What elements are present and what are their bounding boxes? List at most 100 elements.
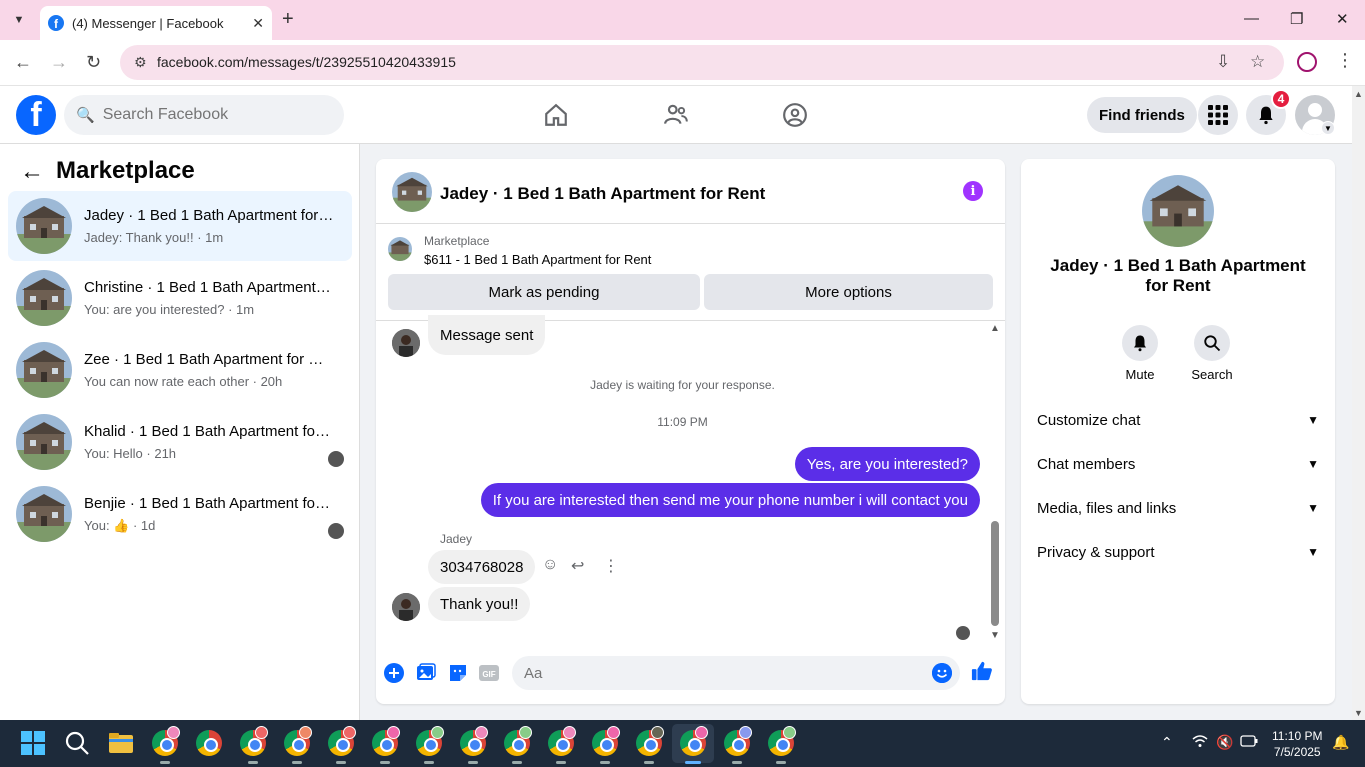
battery-icon[interactable]	[1240, 734, 1258, 750]
address-toolbar: ← → ↻ ⚙ facebook.com/messages/t/23925510…	[0, 40, 1365, 86]
chrome-profile-icon[interactable]	[152, 726, 180, 764]
mark-as-pending-button[interactable]: Mark as pending	[388, 274, 700, 310]
listing-price[interactable]: $611 - 1 Bed 1 Bath Apartment for Rent	[424, 252, 651, 267]
minimize-icon[interactable]: —	[1244, 10, 1259, 27]
message-bubble-out[interactable]: If you are interested then send me your …	[480, 483, 980, 517]
more-options-button[interactable]: More options	[704, 274, 993, 310]
close-tab-icon[interactable]: ✕	[252, 15, 264, 32]
browser-tab-messenger[interactable]: f (4) Messenger | Facebook ✕	[40, 6, 272, 40]
message-bubble-in[interactable]: 3034768028	[428, 550, 536, 584]
gif-icon[interactable]: GIF	[478, 662, 500, 684]
back-arrow-icon[interactable]: ←	[20, 158, 44, 186]
info-icon[interactable]: i	[963, 181, 983, 201]
start-windows-icon[interactable]	[20, 730, 46, 756]
conversation-preview: You: 👍 · 1d	[84, 518, 156, 533]
message-composer: GIF	[376, 654, 1005, 694]
facebook-search[interactable]: 🔍	[64, 95, 344, 135]
omnibox[interactable]: ⚙ facebook.com/messages/t/23925510420433…	[120, 45, 1284, 80]
chrome-profile-icon[interactable]	[724, 726, 752, 764]
add-plus-icon[interactable]	[383, 662, 405, 684]
page-scrollbar[interactable]: ▲ ▼	[1352, 86, 1365, 720]
url-text[interactable]: facebook.com/messages/t/2392551042043391…	[157, 54, 456, 70]
message-bubble-in[interactable]: Thank you!!	[428, 587, 531, 621]
conversation-name: Khalid · 1 Bed 1 Bath Apartment for Rent	[84, 423, 334, 440]
chrome-profile-icon[interactable]	[416, 726, 444, 764]
chat-listing-thumbnail[interactable]	[392, 172, 432, 212]
browser-profile-icon[interactable]	[1297, 52, 1317, 72]
sender-avatar[interactable]	[392, 593, 420, 621]
reload-icon[interactable]: ↻	[86, 52, 101, 73]
photo-icon[interactable]	[415, 662, 437, 684]
chrome-profile-icon[interactable]	[548, 726, 576, 764]
close-window-icon[interactable]: ✕	[1336, 10, 1349, 28]
notification-center-icon[interactable]: 🔔	[1332, 734, 1349, 751]
account-chevron-icon[interactable]: ▼	[1321, 121, 1335, 135]
thumbs-up-icon[interactable]	[971, 660, 993, 682]
back-icon[interactable]: ←	[14, 52, 32, 73]
clock-time: 11:10 PM	[1272, 729, 1323, 743]
sticker-icon[interactable]	[447, 662, 469, 684]
home-icon[interactable]	[541, 100, 571, 130]
conversation-item[interactable]: Christine · 1 Bed 1 Bath Apartment for R…	[8, 263, 352, 333]
conversation-name: Jadey · 1 Bed 1 Bath Apartment for Rent	[84, 207, 334, 224]
facebook-logo-icon[interactable]: f	[16, 95, 56, 135]
more-actions-icon[interactable]: ⋮	[603, 556, 619, 576]
new-tab-icon[interactable]: +	[282, 8, 294, 31]
chrome-profile-icon[interactable]	[636, 726, 664, 764]
chrome-active-icon[interactable]	[680, 726, 708, 764]
chrome-profile-icon[interactable]	[460, 726, 488, 764]
chrome-profile-icon[interactable]	[328, 726, 356, 764]
show-hidden-icons-icon[interactable]: ⌃	[1161, 734, 1173, 751]
groups-icon[interactable]	[780, 100, 810, 130]
conversation-item[interactable]: Jadey · 1 Bed 1 Bath Apartment for Rent …	[8, 191, 352, 261]
find-friends-button[interactable]: Find friends	[1087, 97, 1197, 133]
chrome-profile-icon[interactable]	[504, 726, 532, 764]
message-input-wrapper[interactable]	[512, 656, 960, 690]
chrome-profile-icon[interactable]	[284, 726, 312, 764]
windows-taskbar: ⌃ 🔇 11:10 PM 7/5/2025 🔔	[0, 720, 1365, 767]
message-input[interactable]	[524, 664, 904, 682]
message-bubble-in[interactable]: Message sent	[428, 315, 546, 355]
chat-title[interactable]: Jadey · 1 Bed 1 Bath Apartment for Rent	[440, 184, 765, 204]
sender-avatar[interactable]	[392, 329, 420, 357]
conversation-preview: You can now rate each other · 20h	[84, 374, 283, 389]
wifi-icon[interactable]	[1192, 734, 1208, 751]
chrome-icon[interactable]	[196, 730, 222, 756]
browser-menu-icon[interactable]: ⋮	[1336, 50, 1354, 71]
react-emoji-icon[interactable]: ☺	[542, 556, 558, 574]
reply-icon[interactable]: ↩	[571, 556, 584, 576]
customize-chat-section[interactable]: Customize chat ▼	[1037, 408, 1319, 432]
maximize-icon[interactable]: ❐	[1290, 10, 1303, 28]
file-explorer-icon[interactable]	[108, 730, 134, 756]
mute-button[interactable]: Mute	[1110, 325, 1170, 382]
facebook-search-input[interactable]	[102, 106, 323, 124]
details-listing-photo[interactable]	[1142, 175, 1214, 247]
search-in-conversation-button[interactable]: Search	[1182, 325, 1242, 382]
volume-muted-icon[interactable]: 🔇	[1216, 734, 1233, 751]
section-label: Chat members	[1037, 455, 1136, 473]
conversation-item[interactable]: Benjie · 1 Bed 1 Bath Apartment for Rent…	[8, 479, 352, 549]
chrome-profile-icon[interactable]	[240, 726, 268, 764]
chrome-profile-icon[interactable]	[372, 726, 400, 764]
conversation-item[interactable]: Zee · 1 Bed 1 Bath Apartment for Rent Yo…	[8, 335, 352, 405]
mute-label: Mute	[1125, 367, 1155, 382]
forward-icon[interactable]: →	[50, 52, 68, 73]
chat-members-section[interactable]: Chat members ▼	[1037, 452, 1319, 476]
emoji-icon[interactable]	[932, 663, 952, 683]
site-settings-icon[interactable]: ⚙	[134, 54, 147, 71]
chat-scrollbar[interactable]: ▲ ▼	[988, 321, 1002, 646]
install-app-icon[interactable]: ⇩	[1216, 52, 1230, 72]
chrome-profile-icon[interactable]	[592, 726, 620, 764]
privacy-support-section[interactable]: Privacy & support ▼	[1037, 540, 1319, 564]
chrome-profile-icon[interactable]	[768, 726, 796, 764]
listing-small-thumbnail[interactable]	[388, 237, 412, 261]
menu-grid-icon[interactable]	[1198, 95, 1238, 135]
message-bubble-out[interactable]: Yes, are you interested?	[794, 447, 980, 481]
conversation-item[interactable]: Khalid · 1 Bed 1 Bath Apartment for Rent…	[8, 407, 352, 477]
taskbar-search-icon[interactable]	[64, 730, 90, 756]
tab-search-chevron-icon[interactable]: ▼	[8, 9, 30, 31]
bookmark-star-icon[interactable]: ☆	[1250, 52, 1265, 72]
friends-icon[interactable]	[661, 100, 691, 130]
taskbar-clock[interactable]: 11:10 PM 7/5/2025	[1272, 728, 1322, 760]
media-files-links-section[interactable]: Media, files and links ▼	[1037, 496, 1319, 520]
